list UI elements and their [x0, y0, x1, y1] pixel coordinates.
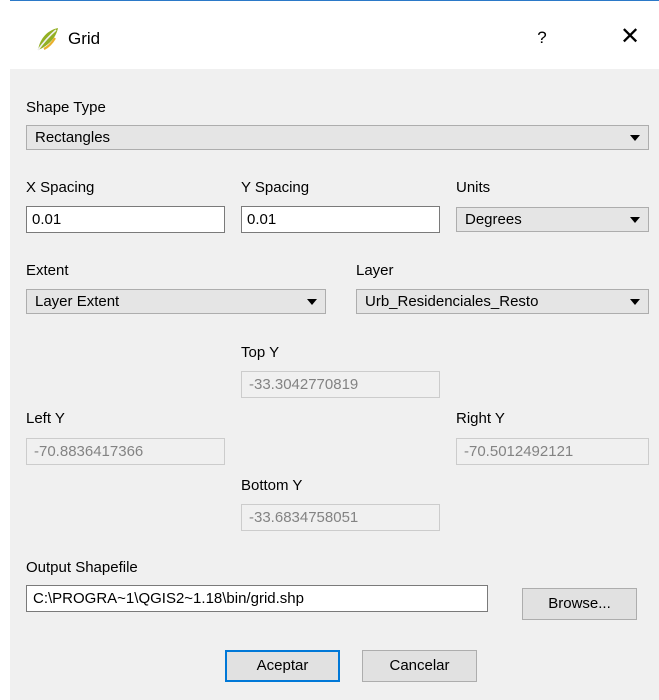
- shape-type-select[interactable]: Rectangles: [26, 125, 649, 150]
- output-shapefile-label: Output Shapefile: [26, 559, 138, 576]
- cancel-button[interactable]: Cancelar: [362, 650, 477, 682]
- browse-button[interactable]: Browse...: [522, 588, 637, 620]
- layer-value: Urb_Residenciales_Resto: [365, 293, 539, 310]
- extent-select[interactable]: Layer Extent: [26, 289, 326, 314]
- dialog-title: Grid: [68, 29, 101, 48]
- right-y-input: -70.5012492121: [456, 438, 649, 465]
- shape-type-value: Rectangles: [35, 129, 111, 146]
- output-shapefile-input[interactable]: C:\PROGRA~1\QGIS2~1.18\bin/grid.shp: [26, 585, 488, 612]
- shape-type-label: Shape Type: [26, 99, 106, 116]
- chevron-down-icon: [630, 299, 640, 305]
- chevron-down-icon: [630, 135, 640, 141]
- units-label: Units: [456, 179, 491, 196]
- top-y-label: Top Y: [241, 344, 280, 361]
- y-spacing-label: Y Spacing: [241, 179, 310, 196]
- chevron-down-icon: [630, 217, 640, 223]
- dialog-body: Shape Type Rectangles X Spacing 0.01 Y S…: [10, 69, 659, 700]
- x-spacing-label: X Spacing: [26, 179, 95, 196]
- extent-label: Extent: [26, 262, 69, 279]
- layer-label: Layer: [356, 262, 394, 279]
- right-y-label: Right Y: [456, 410, 505, 427]
- close-button[interactable]: ✕: [618, 25, 642, 50]
- top-y-input: -33.3042770819: [241, 371, 440, 398]
- left-y-input: -70.8836417366: [26, 438, 225, 465]
- x-spacing-input[interactable]: 0.01: [26, 206, 225, 233]
- y-spacing-input[interactable]: 0.01: [241, 206, 440, 233]
- layer-select[interactable]: Urb_Residenciales_Resto: [356, 289, 649, 314]
- left-y-label: Left Y: [26, 410, 65, 427]
- bottom-y-input: -33.6834758051: [241, 504, 440, 531]
- accept-button[interactable]: Aceptar: [225, 650, 340, 682]
- chevron-down-icon: [307, 299, 317, 305]
- qgis-leaf-icon: [34, 26, 60, 52]
- units-select[interactable]: Degrees: [456, 207, 649, 232]
- grid-dialog: Grid ? ✕ Shape Type Rectangles X Spacing…: [0, 0, 659, 700]
- title-bar: Grid ? ✕: [10, 1, 659, 69]
- extent-value: Layer Extent: [35, 293, 120, 310]
- bottom-y-label: Bottom Y: [241, 477, 303, 494]
- help-button[interactable]: ?: [530, 26, 554, 50]
- units-value: Degrees: [465, 211, 522, 228]
